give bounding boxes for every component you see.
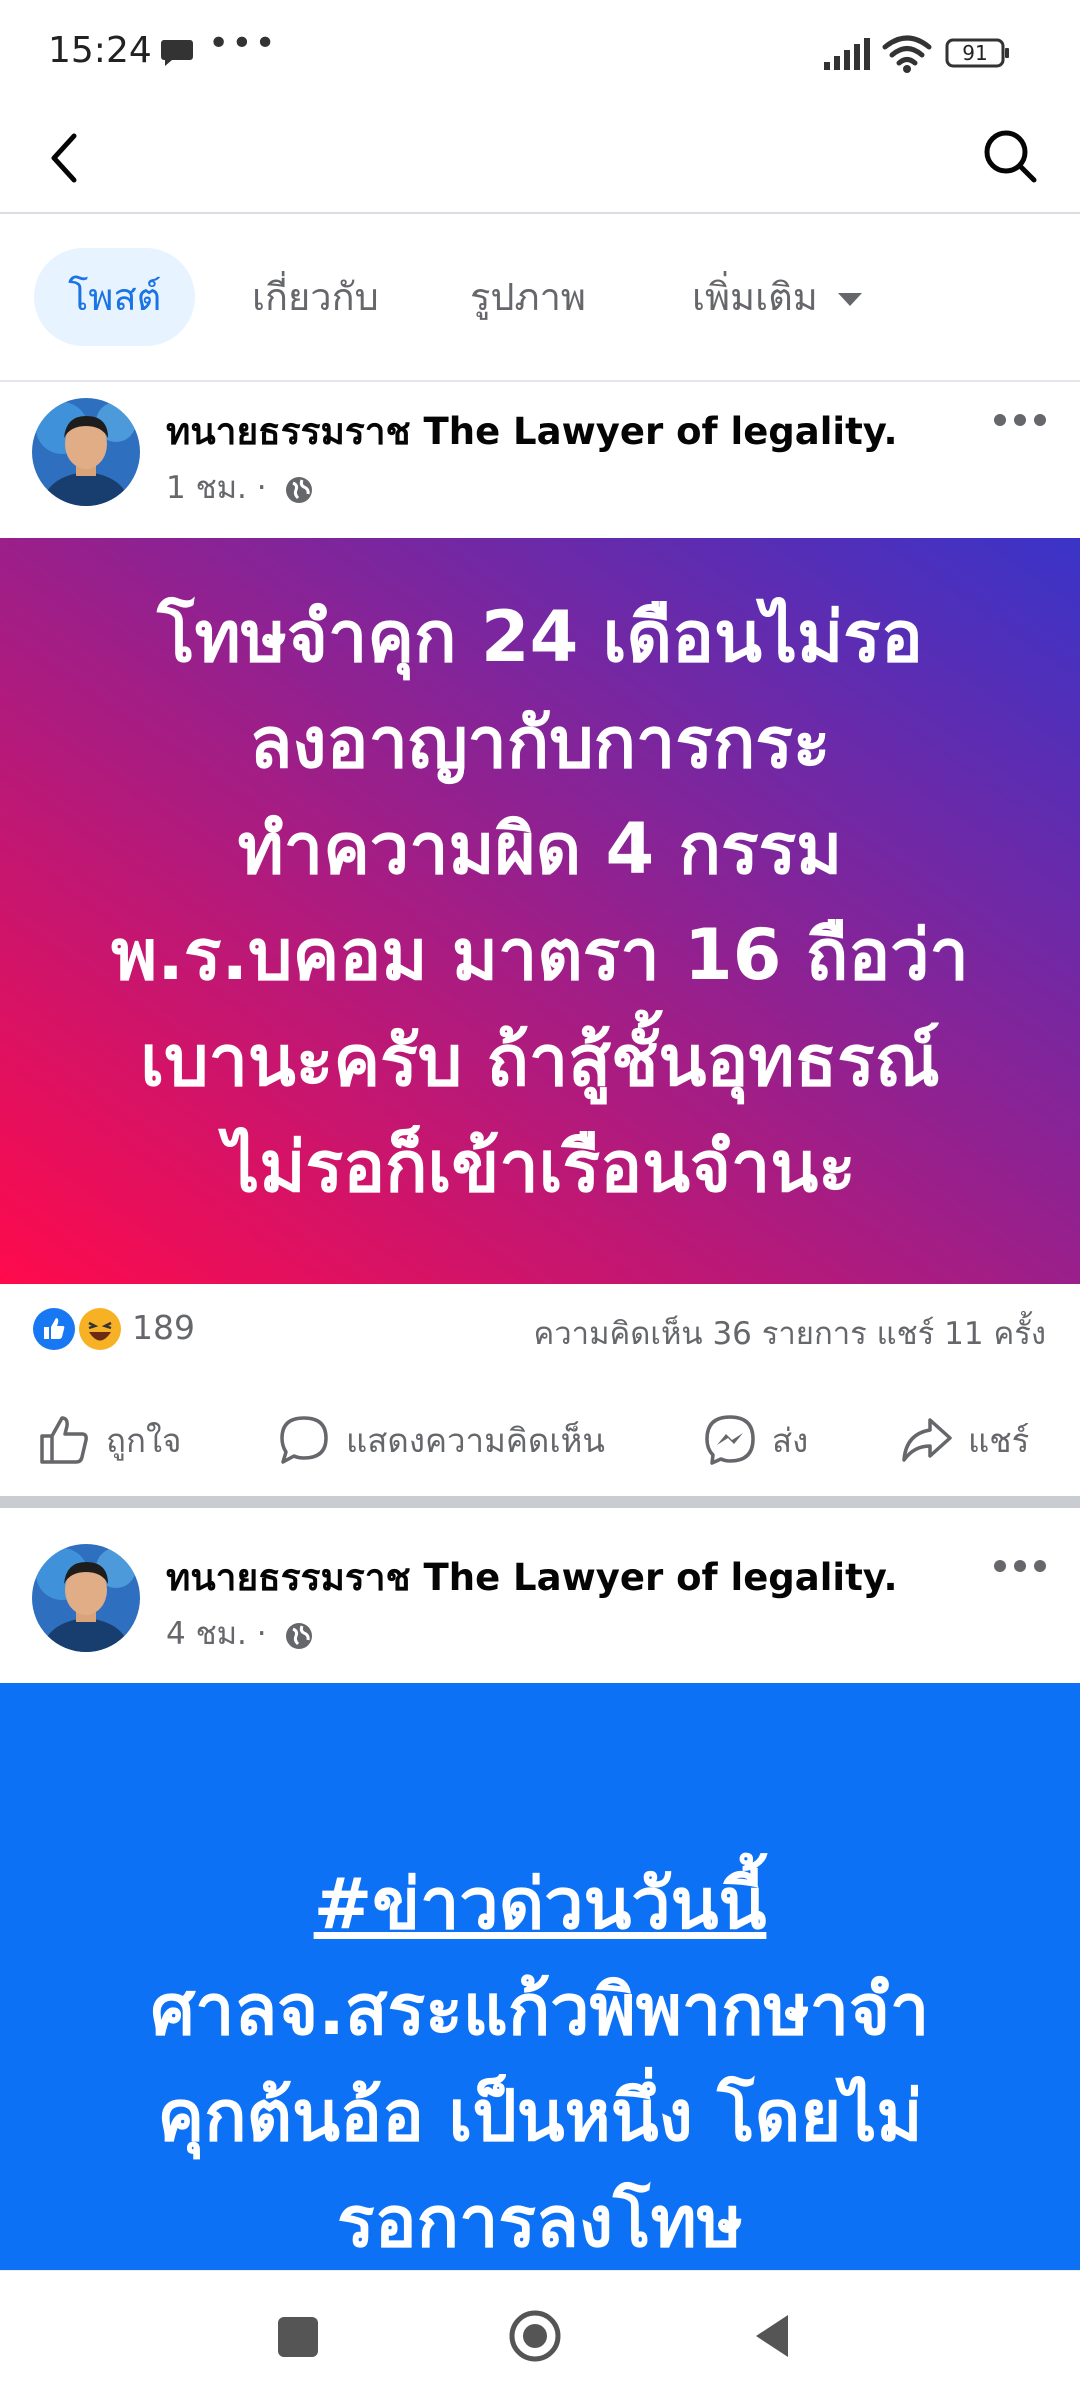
banner-line: พ.ร.บคอม มาตรา 16 ถือว่า	[111, 914, 969, 996]
comment-label: แสดงความคิดเห็น	[346, 1420, 605, 1460]
avatar[interactable]	[32, 1544, 140, 1652]
more-options-icon[interactable]	[992, 1556, 1048, 1576]
post-divider	[0, 1496, 1080, 1508]
post-meta: 1 ชม. ·	[166, 462, 314, 512]
system-nav-bar	[0, 2270, 1080, 2401]
back-arrow-icon[interactable]	[44, 128, 84, 188]
search-icon[interactable]	[980, 126, 1040, 186]
tab-photos[interactable]: รูปภาพ	[470, 248, 586, 346]
chevron-down-icon	[837, 293, 862, 306]
profile-tabs: โพสต์ เกี่ยวกับ รูปภาพ เพิ่มเติม	[0, 214, 1080, 382]
status-time: 15:24	[48, 30, 152, 71]
comment-icon	[280, 1416, 328, 1464]
post-stats: 189 ความคิดเห็น 36 รายการ แชร์ 11 ครั้ง	[0, 1290, 1080, 1370]
post-meta: 4 ชม. ·	[166, 1608, 314, 1658]
thumbs-up-icon	[40, 1416, 88, 1464]
tab-more-label: เพิ่มเติม	[692, 275, 818, 319]
like-reaction-icon[interactable]	[32, 1307, 76, 1351]
banner-line: คุกต้นอ้อ เป็นหนึ่ง โดยไม่	[157, 2075, 923, 2157]
post-time: 1 ชม. ·	[166, 470, 267, 506]
tab-posts[interactable]: โพสต์	[34, 248, 196, 346]
banner-line: โทษจำคุก 24 เดือนไม่รอ	[157, 596, 923, 678]
banner-hashtag-line: #ข่าวด่วนวันนี้	[20, 1851, 1060, 1957]
post-banner[interactable]: #ข่าวด่วนวันนี้ ศาลจ.สระแก้วพิพากษาจำ คุ…	[0, 1683, 1080, 2270]
messenger-icon	[705, 1415, 755, 1465]
post-actions: ถูกใจ แสดงความคิดเห็น ส่ง แชร์	[0, 1380, 1080, 1500]
status-bar: 15:24 ••• 91	[0, 0, 1080, 100]
send-button[interactable]: ส่ง	[702, 1400, 808, 1480]
globe-icon	[286, 476, 313, 503]
send-label: ส่ง	[772, 1420, 809, 1460]
haha-reaction-icon[interactable]	[78, 1307, 122, 1351]
banner-line: ไม่รอก็เข้าเรือนจำนะ	[224, 1126, 856, 1208]
banner-line: ทำความผิด 4 กรรม	[237, 808, 843, 890]
author-name[interactable]: ทนายธรรมราช The Lawyer of legality.	[166, 1548, 898, 1607]
tab-more[interactable]: เพิ่มเติม	[692, 248, 862, 346]
more-options-icon[interactable]	[992, 410, 1048, 430]
recent-apps-button[interactable]	[278, 2317, 318, 2357]
app-header	[0, 100, 1080, 214]
message-notification-icon	[161, 40, 193, 66]
battery-level: 91	[962, 41, 988, 65]
post-banner[interactable]: โทษจำคุก 24 เดือนไม่รอ ลงอาญากับการกระ ท…	[0, 538, 1080, 1284]
share-button[interactable]: แชร์	[898, 1400, 1029, 1480]
globe-icon	[286, 1622, 313, 1649]
reaction-count[interactable]: 189	[132, 1308, 195, 1347]
more-notifications-icon: •••	[208, 23, 278, 64]
system-back-button[interactable]	[752, 2311, 792, 2361]
share-arrow-icon	[902, 1418, 952, 1462]
like-button[interactable]: ถูกใจ	[36, 1400, 181, 1480]
post-time: 4 ชม. ·	[166, 1616, 267, 1652]
home-button[interactable]	[508, 2309, 562, 2363]
banner-line: รอการลงโทษ	[337, 2181, 743, 2263]
wifi-icon	[882, 35, 932, 73]
banner-line: ศาลจ.สระแก้วพิพากษาจำ	[150, 1969, 930, 2051]
comments-shares-count[interactable]: ความคิดเห็น 36 รายการ แชร์ 11 ครั้ง	[534, 1308, 1046, 1358]
avatar[interactable]	[32, 398, 140, 506]
banner-line: ลงอาญากับการกระ	[249, 702, 831, 784]
comment-button[interactable]: แสดงความคิดเห็น	[276, 1400, 605, 1480]
signal-icon	[824, 38, 870, 70]
author-name[interactable]: ทนายธรรมราช The Lawyer of legality.	[166, 402, 898, 461]
hashtag-link[interactable]: #ข่าวด่วนวันนี้	[314, 1863, 767, 1945]
banner-line: เบานะครับ ถ้าสู้ชั้นอุทธรณ์	[140, 1020, 940, 1102]
tab-about[interactable]: เกี่ยวกับ	[252, 248, 379, 346]
share-label: แชร์	[968, 1420, 1030, 1460]
like-label: ถูกใจ	[106, 1420, 182, 1460]
